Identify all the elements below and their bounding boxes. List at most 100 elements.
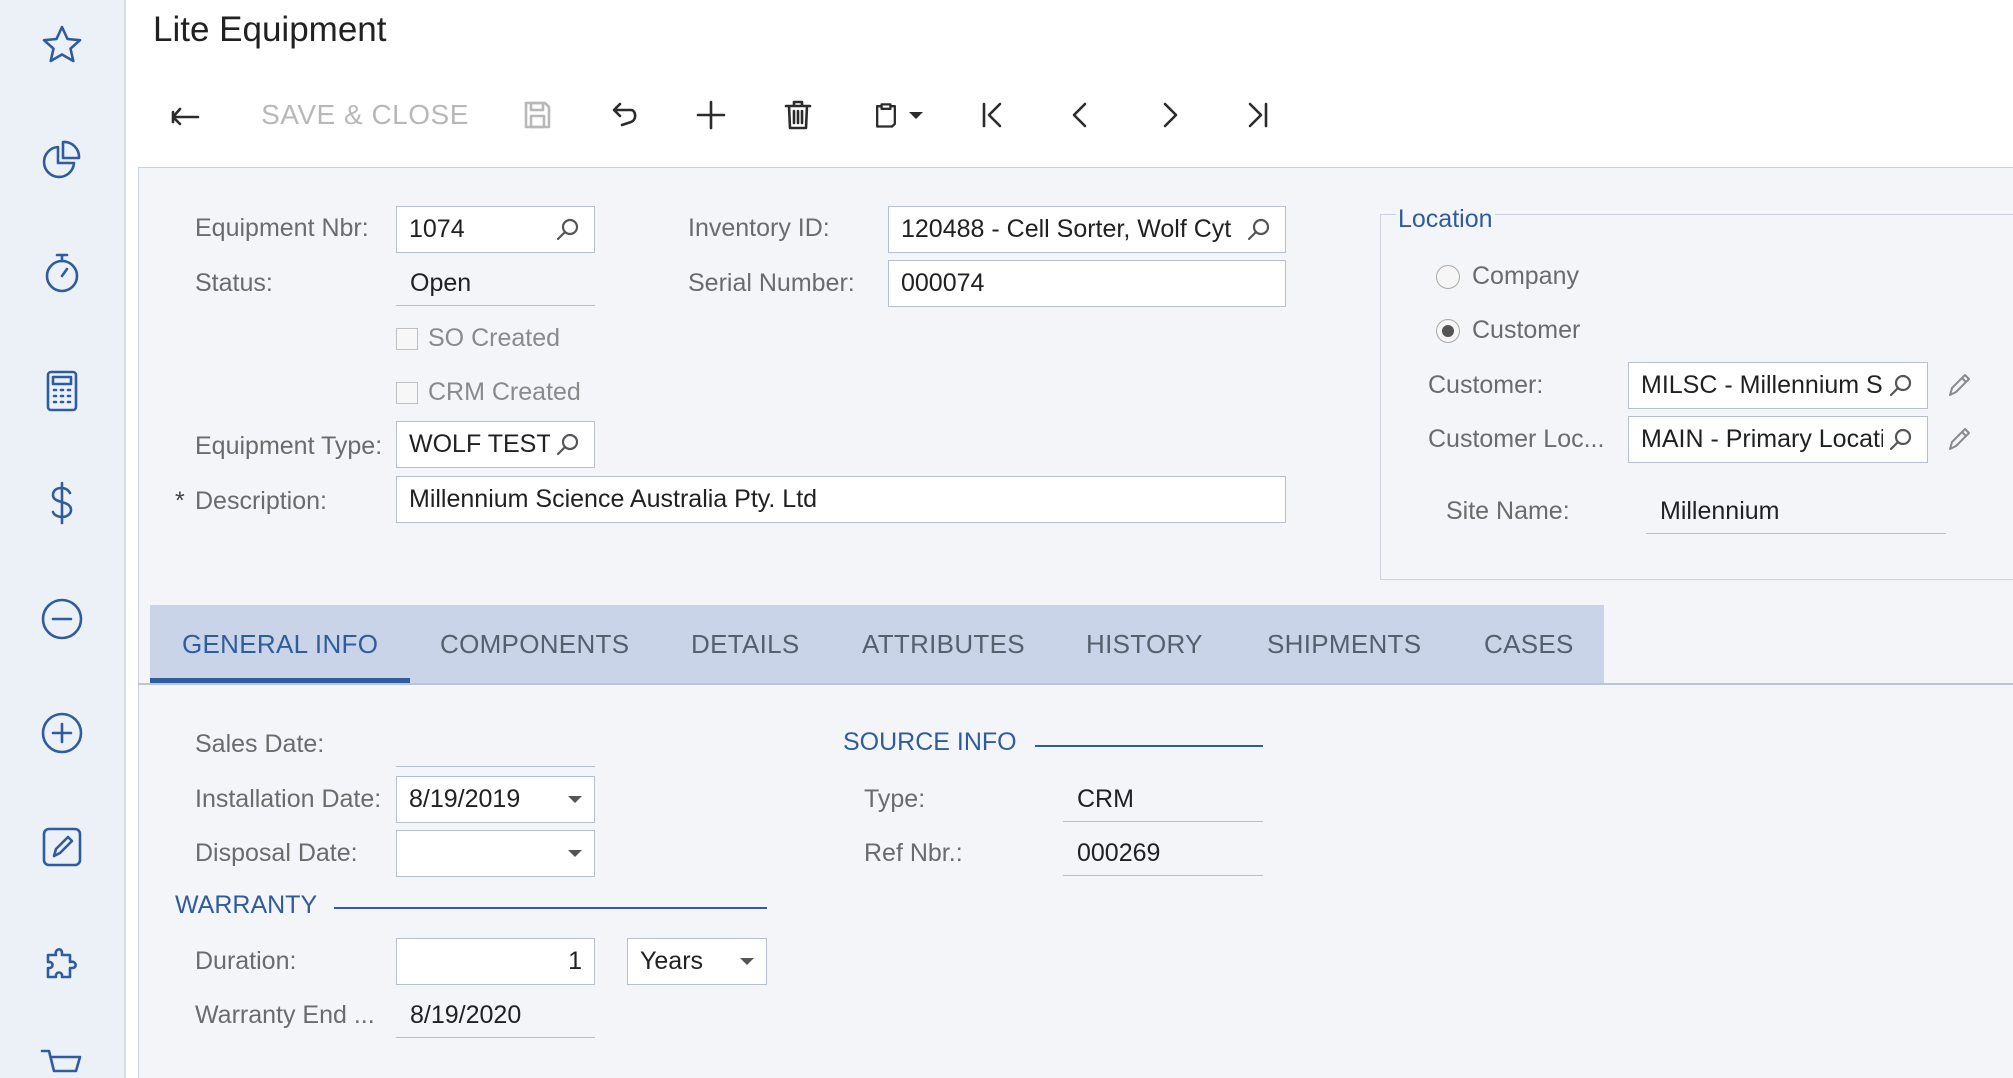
chevron-down-icon[interactable] <box>568 850 582 857</box>
warranty-end-value: 8/19/2020 <box>396 994 595 1038</box>
chevron-down-icon[interactable] <box>740 958 754 965</box>
puzzle-icon[interactable] <box>37 936 87 986</box>
customer-input[interactable]: MILSC - Millennium Science <box>1628 362 1928 409</box>
equipment-nbr-input[interactable]: 1074 <box>396 206 595 253</box>
tab-shipments[interactable]: SHIPMENTS <box>1267 605 1421 683</box>
company-option-label: Company <box>1472 262 1579 290</box>
equipment-type-value: WOLF TEST <box>409 430 550 458</box>
crm-created-label: CRM Created <box>428 378 581 406</box>
sales-date-value <box>396 723 595 767</box>
chevron-down-icon[interactable] <box>568 796 582 803</box>
customer-location-input[interactable]: MAIN - Primary Location <box>1628 416 1928 463</box>
undo-button[interactable] <box>598 90 648 140</box>
toolbar: SAVE & CLOSE <box>126 80 2013 152</box>
search-icon[interactable] <box>554 431 582 459</box>
inventory-id-label: Inventory ID: <box>688 214 830 242</box>
so-created-checkbox[interactable]: SO Created <box>396 324 560 353</box>
search-icon[interactable] <box>554 216 582 244</box>
tab-details[interactable]: DETAILS <box>691 605 800 683</box>
disposal-date-label: Disposal Date: <box>195 839 358 867</box>
dollar-icon[interactable] <box>37 478 87 528</box>
star-icon[interactable] <box>37 20 87 70</box>
first-record-button[interactable] <box>968 90 1018 140</box>
search-icon[interactable] <box>1887 372 1915 400</box>
clipboard-menu-button[interactable] <box>862 90 932 140</box>
equipment-type-label: Equipment Type: <box>195 432 383 460</box>
back-arrow-icon <box>171 107 200 126</box>
search-icon[interactable] <box>1245 216 1273 244</box>
edit-icon[interactable] <box>37 822 87 872</box>
radio-button-selected[interactable] <box>1436 318 1460 343</box>
location-customer-radio[interactable]: Customer <box>1436 316 1580 345</box>
search-icon[interactable] <box>1887 426 1915 454</box>
tab-history[interactable]: HISTORY <box>1086 605 1203 683</box>
back-button[interactable] <box>160 90 210 140</box>
inventory-id-input[interactable]: 120488 - Cell Sorter, Wolf Cyt <box>888 206 1286 253</box>
inventory-id-value: 120488 - Cell Sorter, Wolf Cyt <box>901 215 1232 243</box>
customer-location-label: Customer Loc... <box>1428 425 1605 453</box>
delete-button[interactable] <box>773 90 823 140</box>
warranty-end-label: Warranty End ... <box>195 1001 375 1029</box>
serial-number-value: 000074 <box>901 269 985 297</box>
source-type-label: Type: <box>864 785 926 813</box>
installation-date-label: Installation Date: <box>195 785 382 813</box>
tab-attributes[interactable]: ATTRIBUTES <box>862 605 1025 683</box>
equipment-nbr-value: 1074 <box>409 215 465 243</box>
edit-customer-location-pencil-icon[interactable] <box>1944 424 1974 454</box>
equipment-nbr-label: Equipment Nbr: <box>195 214 369 242</box>
cart-icon[interactable] <box>37 1040 87 1078</box>
first-record-icon <box>982 102 1002 128</box>
stopwatch-icon[interactable] <box>37 248 87 298</box>
customer-option-label: Customer <box>1472 316 1581 344</box>
description-value: Millennium Science Australia Pty. Ltd <box>409 485 818 513</box>
installation-date-value: 8/19/2019 <box>409 785 521 813</box>
add-button[interactable] <box>686 90 736 140</box>
radio-button[interactable] <box>1436 264 1460 289</box>
duration-value: 1 <box>568 947 582 975</box>
save-icon <box>524 101 551 129</box>
equipment-type-input[interactable]: WOLF TEST <box>396 421 595 468</box>
page-title: Lite Equipment <box>153 10 387 49</box>
pie-chart-icon[interactable] <box>37 134 87 184</box>
disposal-date-input[interactable] <box>396 830 595 877</box>
checkbox-box[interactable] <box>396 381 418 404</box>
undo-icon <box>612 102 637 127</box>
plus-circle-icon[interactable] <box>37 708 87 758</box>
location-company-radio[interactable]: Company <box>1436 262 1579 291</box>
last-record-button[interactable] <box>1232 90 1282 140</box>
calculator-icon[interactable] <box>37 366 87 416</box>
minus-circle-icon[interactable] <box>37 594 87 644</box>
save-button[interactable] <box>512 90 562 140</box>
ref-nbr-value: 000269 <box>1063 832 1263 876</box>
required-marker: * <box>175 487 185 515</box>
so-created-label: SO Created <box>428 324 561 352</box>
last-record-icon <box>1248 102 1268 128</box>
serial-number-input[interactable]: 000074 <box>888 260 1286 307</box>
crm-created-checkbox[interactable]: CRM Created <box>396 378 581 407</box>
tab-general-info[interactable]: GENERAL INFO <box>149 605 411 683</box>
edit-customer-pencil-icon[interactable] <box>1944 370 1974 400</box>
ref-nbr-label: Ref Nbr.: <box>864 839 963 867</box>
duration-unit-select[interactable]: Years <box>627 938 767 985</box>
customer-label: Customer: <box>1428 371 1544 399</box>
customer-location-value: MAIN - Primary Location <box>1641 425 1883 453</box>
status-label: Status: <box>195 269 273 297</box>
status-value: Open <box>396 262 595 306</box>
prev-record-button[interactable] <box>1056 90 1106 140</box>
source-type-value: CRM <box>1063 778 1263 822</box>
save-close-label: SAVE & CLOSE <box>261 99 469 130</box>
tab-cases[interactable]: CASES <box>1484 605 1574 683</box>
tab-bar: GENERAL INFO COMPONENTS DETAILS ATTRIBUT… <box>149 605 1604 683</box>
save-close-button[interactable]: SAVE & CLOSE <box>250 90 480 140</box>
next-record-button[interactable] <box>1144 90 1194 140</box>
installation-date-input[interactable]: 8/19/2019 <box>396 776 595 823</box>
duration-label: Duration: <box>195 947 297 975</box>
checkbox-box[interactable] <box>396 327 418 350</box>
tab-components[interactable]: COMPONENTS <box>440 605 629 683</box>
prev-record-icon <box>1072 102 1087 128</box>
chevron-down-icon <box>909 111 923 119</box>
duration-input[interactable]: 1 <box>396 938 595 985</box>
description-input[interactable]: Millennium Science Australia Pty. Ltd <box>396 476 1286 523</box>
customer-value: MILSC - Millennium Science <box>1641 371 1883 399</box>
warranty-section-title: WARRANTY <box>175 891 318 919</box>
